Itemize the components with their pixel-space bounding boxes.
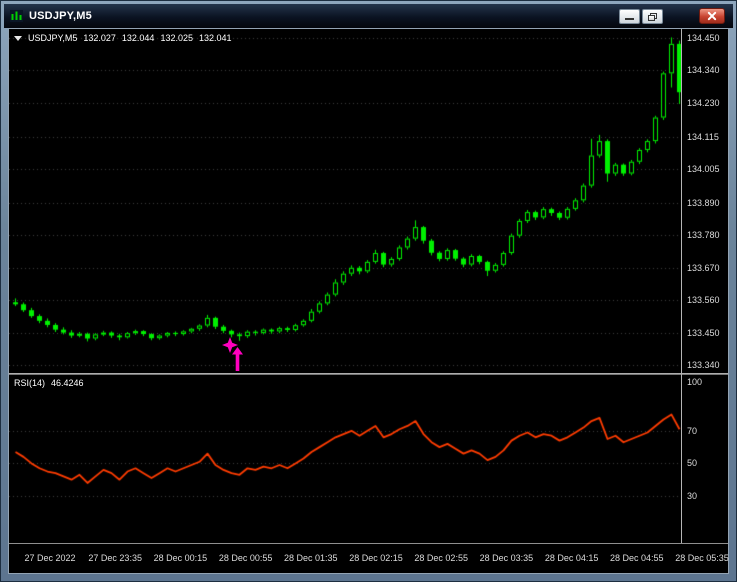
price-scale-label: 133.890 (687, 198, 720, 208)
restore-icon (648, 13, 657, 21)
price-scale-label: 133.780 (687, 230, 720, 240)
chart-client-area: USDJPY,M5 132.027 132.044 132.025 132.04… (9, 29, 728, 573)
chart-window: USDJPY,M5 USDJPY,M5 132.027 132.044 132.… (0, 0, 737, 582)
trade-up-arrow-marker[interactable] (231, 347, 244, 371)
close-value: 132.041 (199, 33, 232, 43)
time-axis-label: 28 Dec 00:55 (219, 553, 273, 563)
price-scale-label: 133.340 (687, 360, 720, 370)
time-axis-label: 27 Dec 23:35 (88, 553, 142, 563)
price-scale-label: 133.450 (687, 328, 720, 338)
time-axis-label: 27 Dec 2022 (24, 553, 75, 563)
price-scale-label: 133.670 (687, 263, 720, 273)
time-axis-label: 28 Dec 00:15 (154, 553, 208, 563)
rsi-scale-label: 70 (687, 426, 697, 436)
candlestick-chart-canvas[interactable] (9, 29, 681, 373)
time-axis-label: 28 Dec 04:15 (545, 553, 599, 563)
price-scale-label: 134.115 (687, 132, 719, 142)
open-value: 132.027 (83, 33, 116, 43)
price-scale-label: 133.560 (687, 295, 720, 305)
main-chart-panel: USDJPY,M5 132.027 132.044 132.025 132.04… (9, 29, 728, 373)
high-value: 132.044 (122, 33, 155, 43)
chart-icon (10, 10, 23, 22)
price-scale-label: 134.340 (687, 65, 720, 75)
time-axis-label: 28 Dec 05:35 (675, 553, 729, 563)
time-axis[interactable]: 27 Dec 2022 27 Dec 23:35 28 Dec 00:15 28 De… (9, 544, 728, 575)
time-axis-label: 28 Dec 01:35 (284, 553, 338, 563)
window-title: USDJPY,M5 (29, 10, 92, 22)
rsi-scale-label: 30 (687, 491, 697, 501)
time-axis-label: 28 Dec 02:55 (414, 553, 468, 563)
title-bar[interactable]: USDJPY,M5 (4, 4, 733, 28)
rsi-scale-label: 50 (687, 458, 697, 468)
close-icon (700, 9, 724, 23)
time-axis-label: 28 Dec 04:55 (610, 553, 664, 563)
rsi-current-value: 46.4246 (51, 378, 84, 388)
price-scale-label: 134.230 (687, 98, 720, 108)
rsi-name: RSI(14) (14, 378, 45, 388)
rsi-panel: RSI(14) 46.4246 (9, 375, 728, 543)
price-scale-label: 134.005 (687, 164, 720, 174)
rsi-chart-canvas[interactable] (9, 375, 681, 543)
rsi-indicator-label: RSI(14) 46.4246 (14, 378, 84, 388)
price-axis[interactable]: 134.450 134.340 134.230 134.115 134.005 133.8… (681, 29, 728, 543)
rsi-scale-label: 100 (687, 377, 702, 387)
minimize-button[interactable] (619, 9, 640, 24)
symbol-label: USDJPY,M5 (28, 33, 77, 43)
minimize-icon (625, 18, 634, 20)
restore-button[interactable] (642, 9, 663, 24)
window-controls (617, 8, 727, 24)
close-button[interactable] (699, 8, 725, 24)
time-axis-label: 28 Dec 02:15 (349, 553, 403, 563)
price-scale-label: 134.450 (687, 33, 720, 43)
time-axis-label: 28 Dec 03:35 (480, 553, 534, 563)
collapse-triangle-icon[interactable] (14, 36, 22, 41)
low-value: 132.025 (160, 33, 193, 43)
symbol-ohlc-line: USDJPY,M5 132.027 132.044 132.025 132.04… (14, 33, 232, 43)
